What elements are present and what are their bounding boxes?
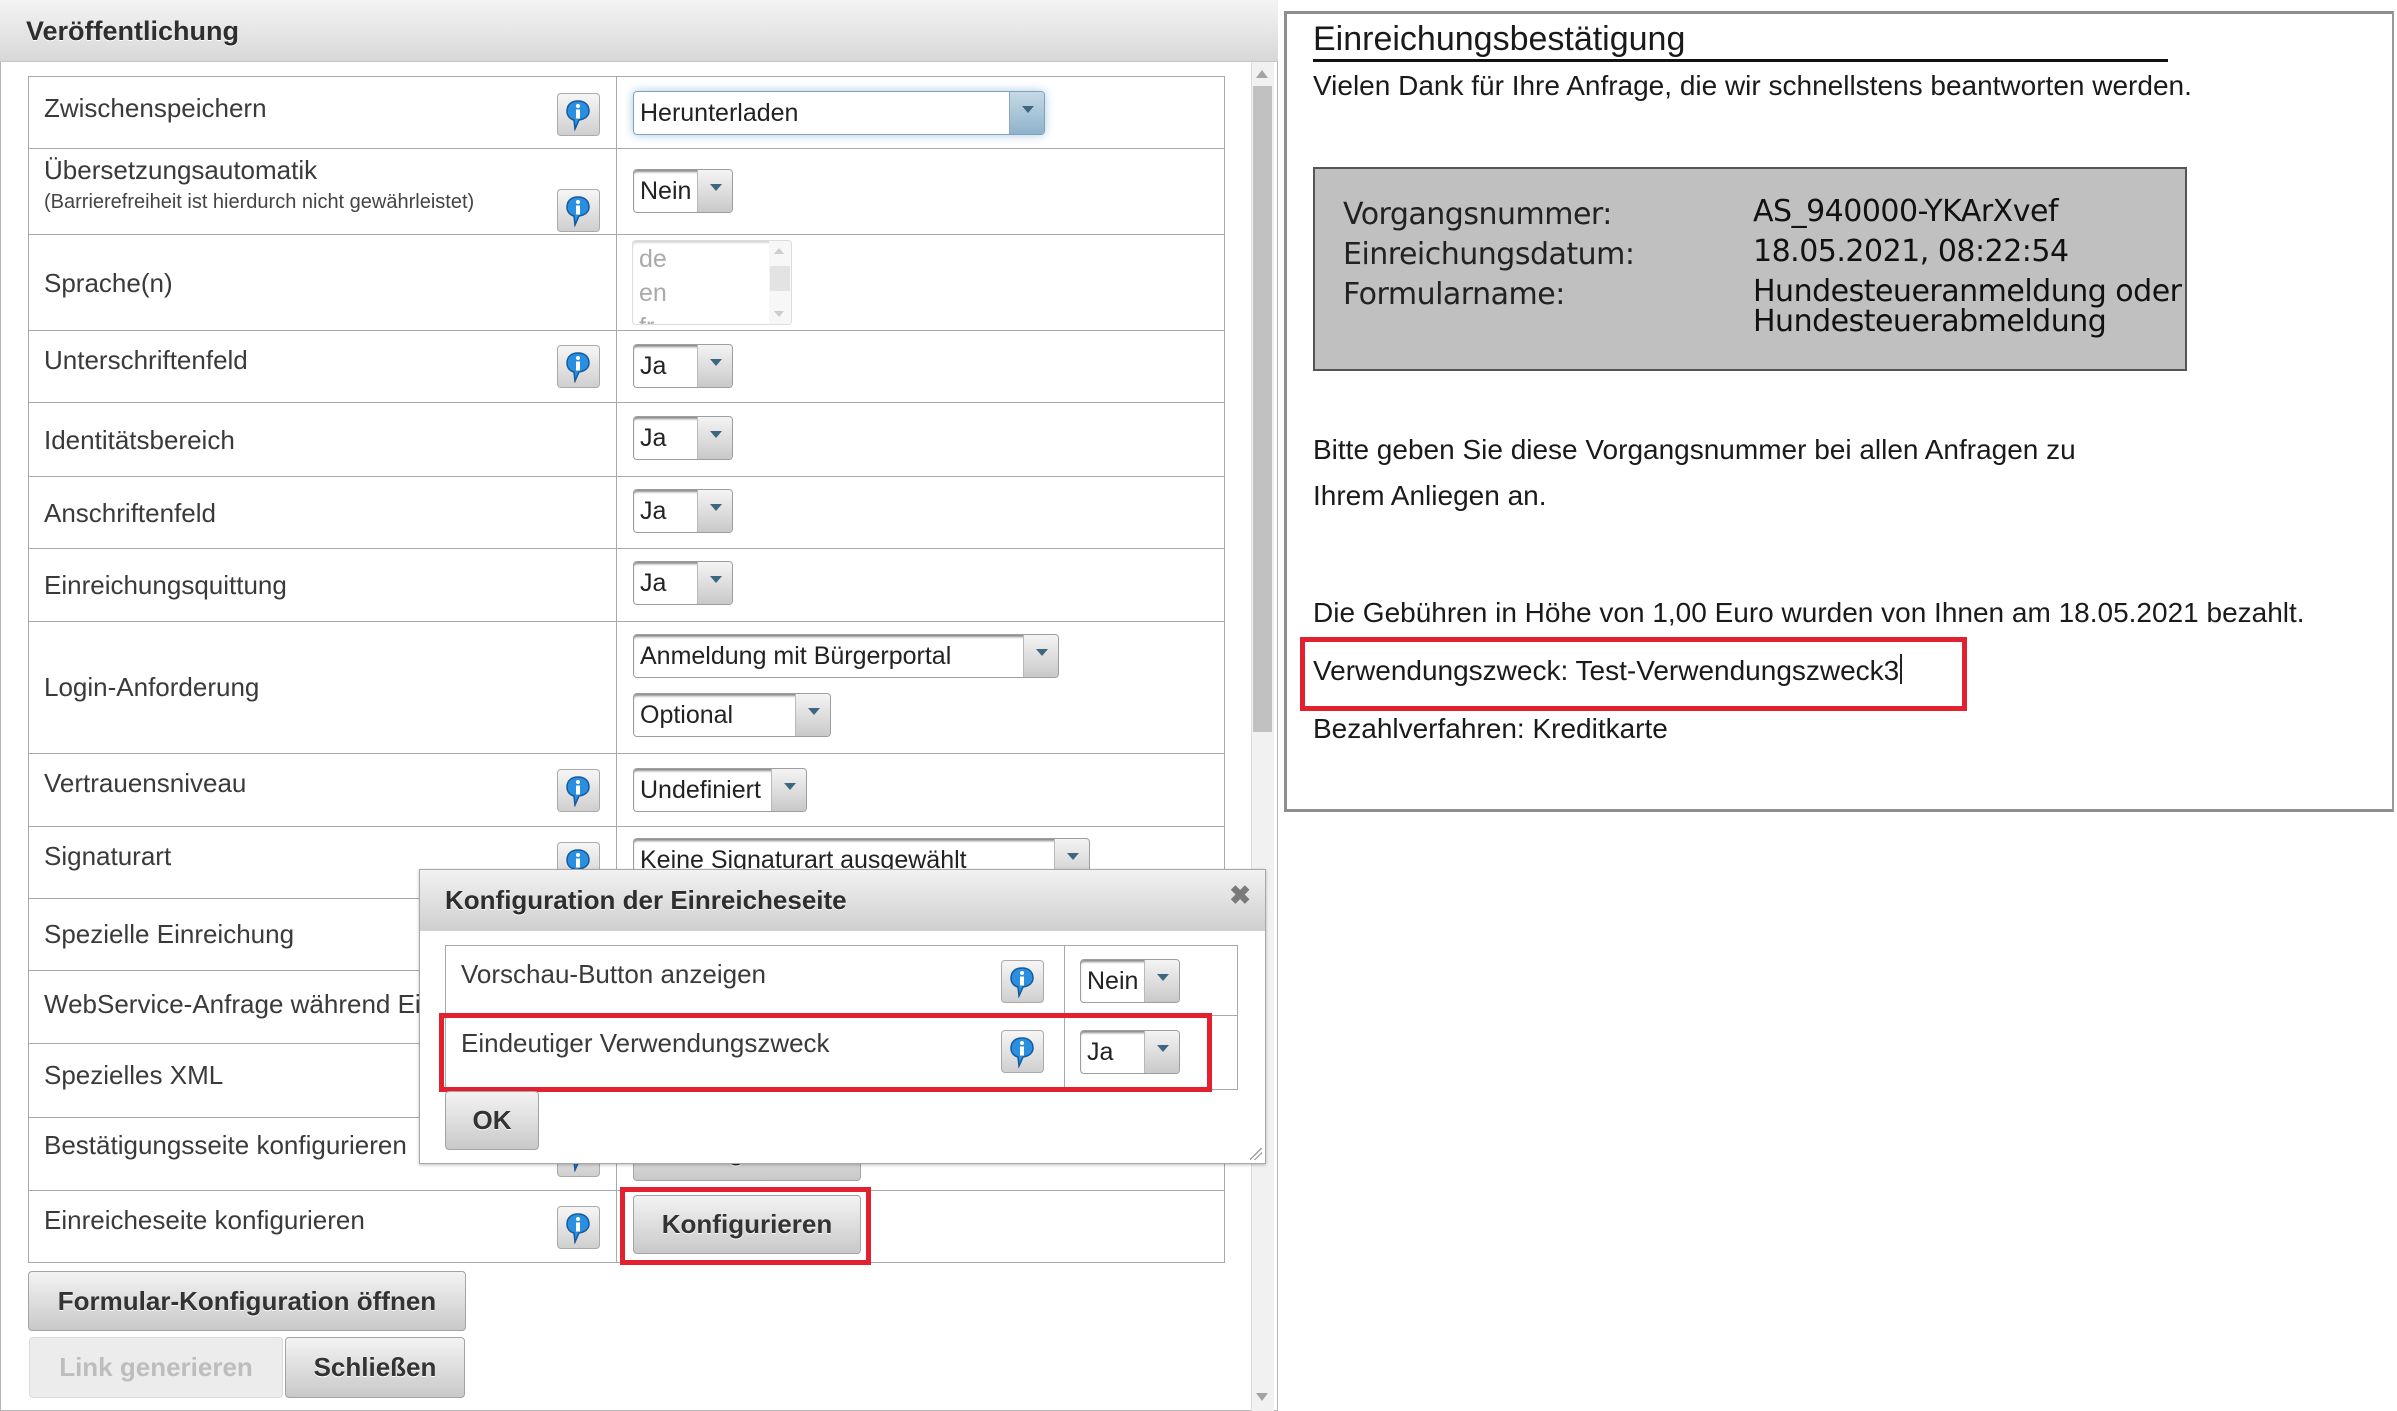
chevron-down-icon xyxy=(1144,960,1179,1002)
row-label: Login-Anforderung xyxy=(44,672,260,702)
case-number-value: AS_940000-YKArXvef xyxy=(1753,194,2059,229)
ok-button[interactable]: OK xyxy=(445,1091,539,1150)
info-button[interactable] xyxy=(1001,960,1044,1003)
info-icon xyxy=(1010,967,1034,998)
row-label: Bestätigungsseite konfigurieren xyxy=(44,1130,407,1160)
table-row: Anschriftenfeld Ja xyxy=(28,477,1225,549)
highlight-box xyxy=(620,1187,871,1265)
table-row: Vertrauensniveau Undefiniert xyxy=(28,754,1225,827)
info-button[interactable] xyxy=(557,1206,600,1249)
row-label: Signaturart xyxy=(44,841,172,871)
dialog-header[interactable]: Konfiguration der Einreicheseite ✖ xyxy=(420,870,1265,931)
info-button[interactable] xyxy=(557,93,600,136)
info-icon xyxy=(566,1213,590,1244)
table-row: Einreichungsquittung Ja xyxy=(28,549,1225,622)
row-label: Einreichungsquittung xyxy=(44,570,287,600)
row-label: Vertrauensniveau xyxy=(44,768,247,798)
confirmation-title: Einreichungsbestätigung xyxy=(1313,20,1686,58)
row-sublabel: (Barrierefreiheit ist hierdurch nicht ge… xyxy=(44,191,475,213)
submission-page-config-dialog: Konfiguration der Einreicheseite ✖ Vorsc… xyxy=(419,869,1266,1164)
chevron-down-icon xyxy=(697,345,732,387)
listbox-scrollbar[interactable] xyxy=(769,241,791,324)
open-form-config-button[interactable]: Formular-Konfiguration öffnen xyxy=(28,1271,466,1331)
preview-button-select[interactable]: Nein xyxy=(1080,959,1180,1003)
payment-method-text: Bezahlverfahren: Kreditkarte xyxy=(1313,713,1668,744)
row-label: Unterschriftenfeld xyxy=(44,345,248,375)
dialog-row-label: Vorschau-Button anzeigen xyxy=(461,959,766,989)
info-icon xyxy=(566,196,590,227)
panel-title: Veröffentlichung xyxy=(26,16,240,46)
list-option[interactable]: fr xyxy=(639,313,654,324)
signature-field-select[interactable]: Ja xyxy=(633,344,733,388)
table-row: Übersetzungsautomatik (Barrierefreiheit … xyxy=(28,149,1225,235)
identity-section-select[interactable]: Ja xyxy=(633,416,733,460)
fees-text: Die Gebühren in Höhe von 1,00 Euro wurde… xyxy=(1313,597,2305,628)
list-option[interactable]: de xyxy=(639,245,667,274)
row-label: Einreicheseite konfigurieren xyxy=(44,1205,365,1235)
info-icon xyxy=(566,100,590,131)
highlight-box xyxy=(1300,637,1967,711)
chevron-down-icon xyxy=(697,490,732,532)
trust-level-select[interactable]: Undefiniert xyxy=(633,768,807,812)
table-row: Zwischenspeichern Herunterladen xyxy=(28,76,1225,149)
chevron-down-icon xyxy=(697,562,732,604)
info-button[interactable] xyxy=(557,189,600,232)
form-name-value: Hundesteueranmeldung oder xyxy=(1753,274,2182,309)
info-label: Einreichungsdatum: xyxy=(1343,237,1635,272)
publication-panel-header: Veröffentlichung xyxy=(0,0,1278,62)
submission-info-box: Vorgangsnummer: AS_940000-YKArXvef Einre… xyxy=(1313,167,2187,371)
row-label: Identitätsbereich xyxy=(44,425,235,455)
table-row: Sprache(n) xyxy=(28,235,1225,331)
close-icon[interactable]: ✖ xyxy=(1229,880,1251,911)
languages-listbox[interactable]: de en fr xyxy=(632,240,792,325)
table-row: Unterschriftenfeld Ja xyxy=(28,331,1225,403)
info-label: Formularname: xyxy=(1343,277,1565,312)
submission-date-value: 18.05.2021, 08:22:54 xyxy=(1753,234,2069,269)
note-line-2: Ihrem Anliegen an. xyxy=(1313,480,1547,511)
row-label: Spezielle Einreichung xyxy=(44,919,295,949)
close-button[interactable]: Schließen xyxy=(285,1337,465,1398)
note-line-1: Bitte geben Sie diese Vorgangsnummer bei… xyxy=(1313,434,2076,465)
info-icon xyxy=(566,776,590,807)
form-name-value-line2: Hundesteuerabmeldung xyxy=(1753,304,2107,339)
dialog-title: Konfiguration der Einreicheseite xyxy=(445,885,847,915)
highlight-box xyxy=(439,1013,1212,1092)
chevron-down-icon xyxy=(697,417,732,459)
generate-link-button[interactable]: Link generieren xyxy=(29,1337,283,1398)
resize-handle[interactable] xyxy=(1250,1148,1262,1160)
chevron-down-icon xyxy=(795,694,830,736)
row-label: Übersetzungsautomatik xyxy=(44,155,318,185)
login-optional-select[interactable]: Optional xyxy=(633,693,831,737)
row-label: Sprache(n) xyxy=(44,268,173,298)
row-label: Zwischenspeichern xyxy=(44,93,267,123)
submission-receipt-select[interactable]: Ja xyxy=(633,561,733,605)
row-label: Spezielles XML xyxy=(44,1060,224,1090)
title-underline xyxy=(1313,59,2168,62)
info-label: Vorgangsnummer: xyxy=(1343,197,1612,232)
caching-select[interactable]: Herunterladen xyxy=(633,91,1045,135)
info-icon xyxy=(566,352,590,383)
thanks-text: Vielen Dank für Ihre Anfrage, die wir sc… xyxy=(1313,70,2192,101)
scroll-down-icon[interactable] xyxy=(1256,1393,1268,1401)
table-row: Login-Anforderung Anmeldung mit Bürgerpo… xyxy=(28,622,1225,754)
row-label: Anschriftenfeld xyxy=(44,498,216,528)
scrollbar-thumb[interactable] xyxy=(1253,86,1272,732)
chevron-down-icon xyxy=(1009,92,1044,134)
table-row: Identitätsbereich Ja xyxy=(28,403,1225,477)
list-option[interactable]: en xyxy=(639,279,667,308)
dialog-row: Vorschau-Button anzeigen Nein xyxy=(445,945,1238,1016)
chevron-down-icon xyxy=(771,769,806,811)
scroll-up-icon[interactable] xyxy=(1256,70,1268,78)
info-button[interactable] xyxy=(557,345,600,388)
address-field-select[interactable]: Ja xyxy=(633,489,733,533)
chevron-down-icon xyxy=(697,170,732,212)
info-button[interactable] xyxy=(557,769,600,812)
login-requirement-select[interactable]: Anmeldung mit Bürgerportal xyxy=(633,634,1059,678)
chevron-down-icon xyxy=(1023,635,1058,677)
auto-translation-select[interactable]: Nein xyxy=(633,169,733,213)
